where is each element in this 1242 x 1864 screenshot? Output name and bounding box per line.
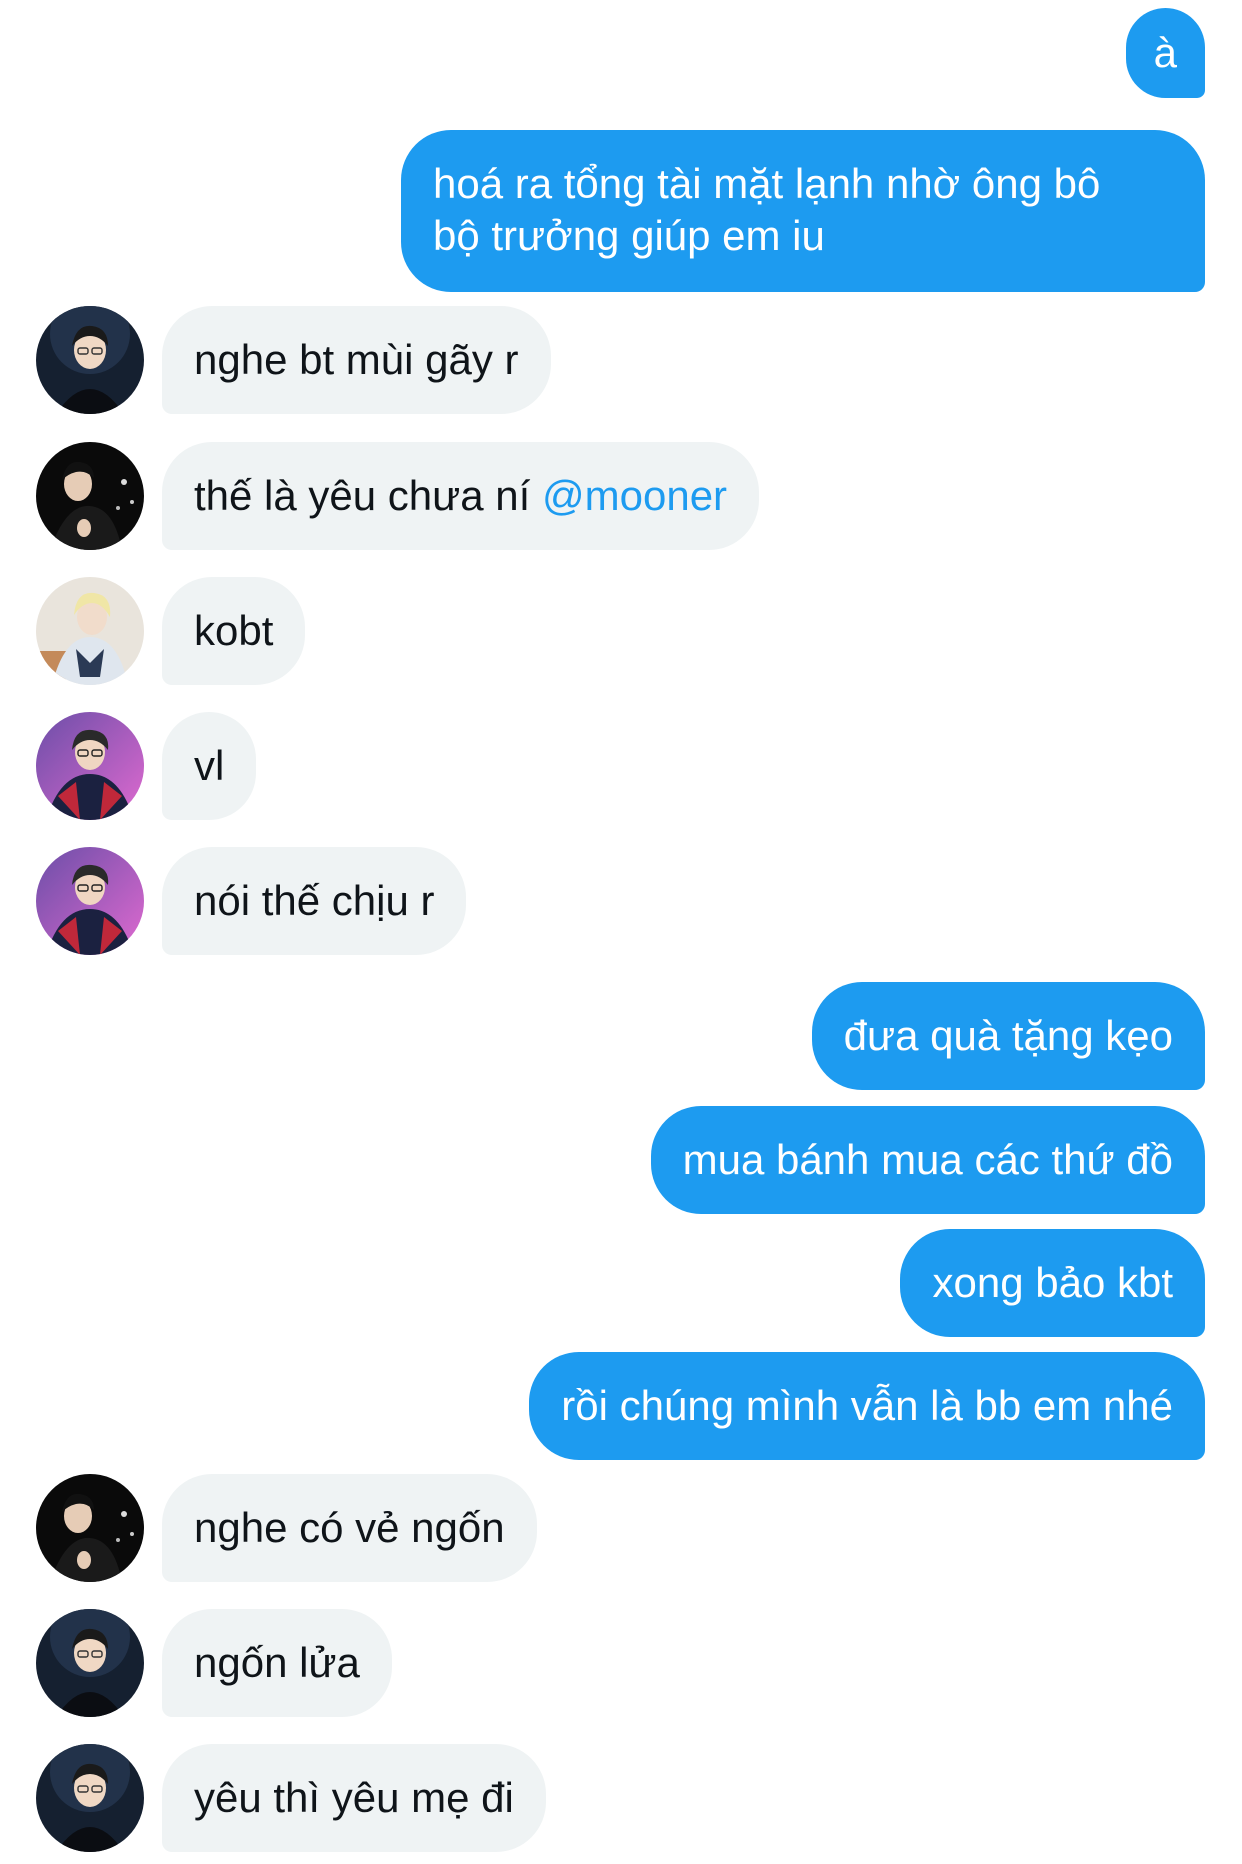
avatar[interactable] <box>36 577 144 685</box>
message-text: à <box>1153 29 1177 76</box>
message-bubble-incoming[interactable]: nghe có vẻ ngốn <box>162 1474 537 1582</box>
message-bubble-outgoing[interactable]: à <box>1125 8 1205 98</box>
message-bubble-incoming[interactable]: kobt <box>162 577 306 685</box>
message-row-incoming: nói thế chịu r <box>0 847 1242 955</box>
message-row-incoming: ngốn lửa <box>0 1609 1242 1717</box>
message-bubble-incoming[interactable]: ngốn lửa <box>162 1609 392 1717</box>
message-row-outgoing: hoá ra tổng tài mặt lạnh nhờ ông bô bộ t… <box>0 130 1242 292</box>
message-row-outgoing: mua bánh mua các thứ đồ <box>0 1106 1242 1214</box>
message-bubble-outgoing[interactable]: đưa quà tặng kẹo <box>811 982 1205 1090</box>
message-bubble-incoming[interactable]: nghe bt mùi gãy r <box>162 306 551 414</box>
message-row-incoming: kobt <box>0 577 1242 685</box>
message-row-incoming: nghe có vẻ ngốn <box>0 1474 1242 1582</box>
message-text: ngốn lửa <box>194 1639 360 1686</box>
message-text: nghe có vẻ ngốn <box>194 1504 505 1551</box>
avatar[interactable] <box>36 847 144 955</box>
user-avatar-icon <box>36 712 144 820</box>
message-row-incoming: yêu thì yêu mẹ đi <box>0 1744 1242 1852</box>
message-bubble-incoming[interactable]: vl <box>162 712 257 820</box>
message-text: đưa quà tặng kẹo <box>843 1012 1173 1059</box>
user-avatar-icon <box>36 847 144 955</box>
mention-link[interactable]: @mooner <box>542 472 727 519</box>
user-avatar-icon <box>36 1744 144 1852</box>
avatar[interactable] <box>36 712 144 820</box>
avatar[interactable] <box>36 306 144 414</box>
message-bubble-outgoing[interactable]: rồi chúng mình vẫn là bb em nhé <box>529 1352 1205 1460</box>
message-row-outgoing: à <box>0 8 1242 98</box>
message-bubble-outgoing[interactable]: hoá ra tổng tài mặt lạnh nhờ ông bô bộ t… <box>401 130 1205 292</box>
message-row-outgoing: đưa quà tặng kẹo <box>0 982 1242 1090</box>
avatar[interactable] <box>36 1609 144 1717</box>
user-avatar-icon <box>36 1609 144 1717</box>
avatar[interactable] <box>36 1474 144 1582</box>
user-avatar-icon <box>36 306 144 414</box>
message-text: hoá ra tổng tài mặt lạnh nhờ ông bô bộ t… <box>433 160 1101 259</box>
message-text: vl <box>194 742 225 789</box>
avatar[interactable] <box>36 442 144 550</box>
message-row-incoming: nghe bt mùi gãy r <box>0 306 1242 414</box>
conversation-thread: à hoá ra tổng tài mặt lạnh nhờ ông bô bộ… <box>0 0 1242 1864</box>
avatar[interactable] <box>36 1744 144 1852</box>
message-row-outgoing: xong bảo kbt <box>0 1229 1242 1337</box>
message-row-outgoing: rồi chúng mình vẫn là bb em nhé <box>0 1352 1242 1460</box>
message-bubble-outgoing[interactable]: mua bánh mua các thứ đồ <box>650 1106 1205 1214</box>
message-text: xong bảo kbt <box>932 1259 1173 1306</box>
message-bubble-incoming[interactable]: nói thế chịu r <box>162 847 467 955</box>
message-text: nói thế chịu r <box>194 877 435 924</box>
message-bubble-incoming[interactable]: thế là yêu chưa ní @mooner <box>162 442 760 550</box>
message-text: rồi chúng mình vẫn là bb em nhé <box>561 1382 1173 1429</box>
user-avatar-icon <box>36 442 144 550</box>
message-row-incoming: thế là yêu chưa ní @mooner <box>0 442 1242 550</box>
user-avatar-icon <box>36 1474 144 1582</box>
message-text: mua bánh mua các thứ đồ <box>682 1136 1173 1183</box>
message-text: kobt <box>194 607 274 654</box>
user-avatar-icon <box>36 577 144 685</box>
message-bubble-incoming[interactable]: yêu thì yêu mẹ đi <box>162 1744 546 1852</box>
message-row-incoming: vl <box>0 712 1242 820</box>
message-text: yêu thì yêu mẹ đi <box>194 1774 514 1821</box>
message-text: nghe bt mùi gãy r <box>194 336 519 383</box>
message-text: thế là yêu chưa ní <box>194 472 542 519</box>
message-bubble-outgoing[interactable]: xong bảo kbt <box>900 1229 1205 1337</box>
